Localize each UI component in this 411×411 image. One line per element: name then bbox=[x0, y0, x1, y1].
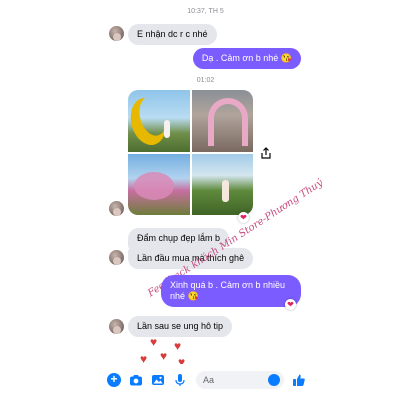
heart-icon: ♥ bbox=[150, 335, 158, 349]
photo-grid[interactable] bbox=[128, 90, 253, 215]
message-input-container[interactable] bbox=[196, 371, 284, 389]
photo-2[interactable] bbox=[191, 90, 253, 152]
heart-icon: ♥ bbox=[160, 349, 168, 363]
mic-icon[interactable] bbox=[173, 373, 187, 387]
contact-avatar[interactable] bbox=[109, 26, 124, 41]
camera-icon[interactable] bbox=[129, 373, 143, 387]
outgoing-message[interactable]: Xinh quá b . Cảm ơn b nhiều nhé 😘 bbox=[161, 275, 301, 307]
timestamp-top: 10:37, TH 5 bbox=[187, 8, 224, 15]
message-composer: + bbox=[0, 364, 411, 398]
thumbs-up-icon[interactable] bbox=[292, 373, 306, 387]
photo-3[interactable] bbox=[128, 153, 190, 215]
incoming-message[interactable]: E nhận dc r c nhé bbox=[128, 24, 217, 45]
contact-avatar[interactable] bbox=[109, 319, 124, 334]
timestamp-mid: 01:02 bbox=[196, 77, 215, 84]
message-input[interactable] bbox=[203, 374, 263, 386]
plus-icon[interactable]: + bbox=[107, 373, 121, 387]
contact-avatar[interactable] bbox=[109, 250, 124, 265]
emoji-icon[interactable] bbox=[268, 374, 280, 386]
heart-icon: ♥ bbox=[174, 339, 182, 353]
photo-4[interactable] bbox=[191, 153, 253, 215]
contact-avatar[interactable] bbox=[109, 201, 124, 216]
incoming-message[interactable]: Lần sau se ung hô tip bbox=[128, 316, 233, 337]
image-icon[interactable] bbox=[151, 373, 165, 387]
outgoing-message[interactable]: Dạ . Cảm ơn b nhé 😘 bbox=[192, 48, 301, 69]
heart-reaction-icon[interactable]: ❤ bbox=[238, 212, 249, 223]
photo-1[interactable] bbox=[128, 90, 190, 152]
heart-reaction-icon[interactable]: ❤ bbox=[285, 299, 296, 310]
share-icon[interactable] bbox=[260, 147, 272, 159]
